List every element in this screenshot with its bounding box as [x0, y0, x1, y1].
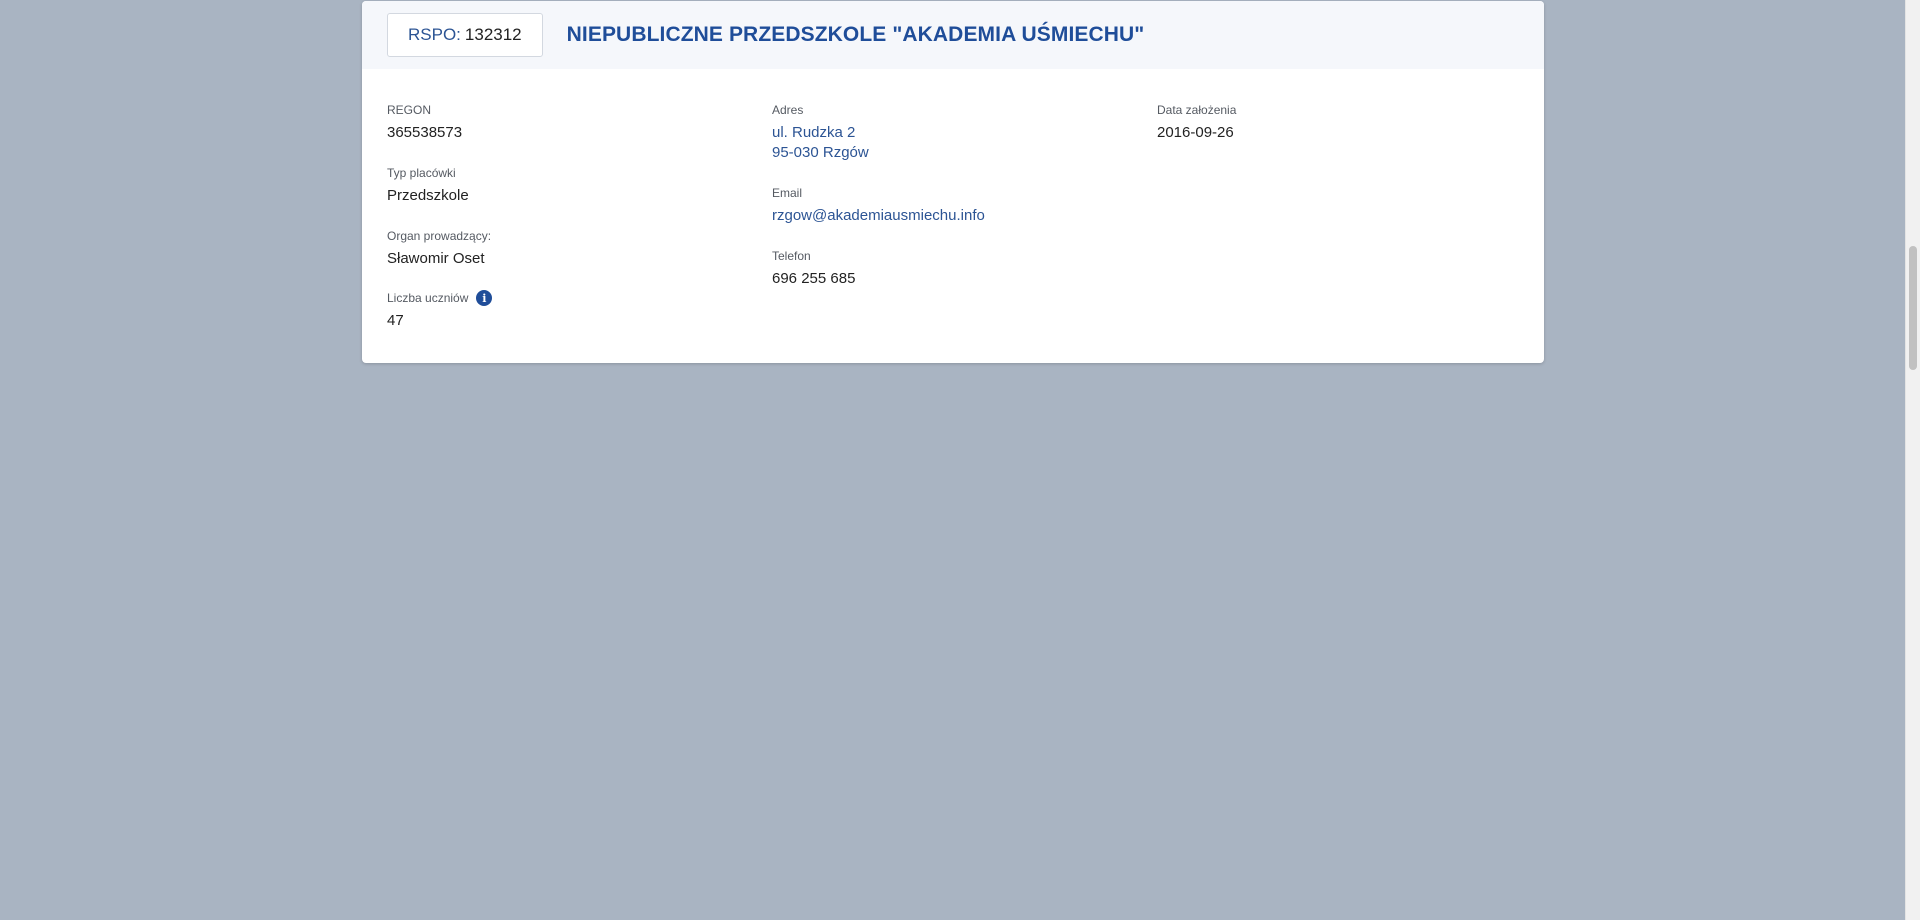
- rspo-label: RSPO:: [408, 25, 461, 44]
- students-field: Liczba uczniów i 47: [387, 290, 493, 331]
- address-label: Adres: [772, 103, 804, 117]
- phone-label: Telefon: [772, 249, 811, 263]
- card-header: RSPO: 132312 NIEPUBLICZNE PRZEDSZKOLE "A…: [362, 1, 1544, 69]
- founded-field: Data założenia 2016-09-26: [1157, 102, 1236, 143]
- phone-value: 696 255 685: [772, 270, 856, 287]
- page: RSPO: 132312 NIEPUBLICZNE PRZEDSZKOLE "A…: [0, 0, 1920, 920]
- email-link[interactable]: rzgow@akademiausmiechu.info: [772, 206, 985, 226]
- founded-value: 2016-09-26: [1157, 124, 1234, 141]
- phone-field: Telefon 696 255 685: [772, 248, 855, 289]
- email-label: Email: [772, 186, 803, 200]
- school-details-card: RSPO: 132312 NIEPUBLICZNE PRZEDSZKOLE "A…: [362, 1, 1544, 363]
- regon-value: 365538573: [387, 124, 463, 141]
- scrollbar-thumb[interactable]: [1909, 246, 1917, 370]
- organ-value: Sławomir Oset: [387, 250, 485, 267]
- school-name-title: NIEPUBLICZNE PRZEDSZKOLE "AKADEMIA UŚMIE…: [566, 23, 1145, 46]
- organ-field: Organ prowadzący: Sławomir Oset: [387, 228, 491, 269]
- address-link[interactable]: ul. Rudzka 2 95-030 Rzgów: [772, 123, 869, 163]
- address-field: Adres ul. Rudzka 2 95-030 Rzgów: [772, 102, 869, 163]
- rspo-value: 132312: [464, 25, 522, 44]
- email-field: Email rzgow@akademiausmiechu.info: [772, 185, 985, 226]
- info-icon[interactable]: i: [476, 290, 493, 306]
- type-label: Typ placówki: [387, 166, 456, 180]
- founded-label: Data założenia: [1157, 103, 1237, 117]
- organ-label: Organ prowadzący:: [387, 229, 492, 243]
- vertical-scrollbar[interactable]: [1905, 0, 1920, 920]
- students-label: Liczba uczniów: [387, 291, 469, 305]
- students-value: 47: [387, 312, 404, 329]
- rspo-badge: RSPO: 132312: [387, 13, 543, 57]
- address-line2: 95-030 Rzgów: [772, 144, 869, 161]
- students-label-row: Liczba uczniów i: [387, 290, 493, 306]
- type-value: Przedszkole: [387, 187, 469, 204]
- regon-field: REGON 365538573: [387, 102, 462, 143]
- address-line1: ul. Rudzka 2: [772, 124, 856, 141]
- regon-label: REGON: [387, 103, 432, 117]
- type-field: Typ placówki Przedszkole: [387, 165, 469, 206]
